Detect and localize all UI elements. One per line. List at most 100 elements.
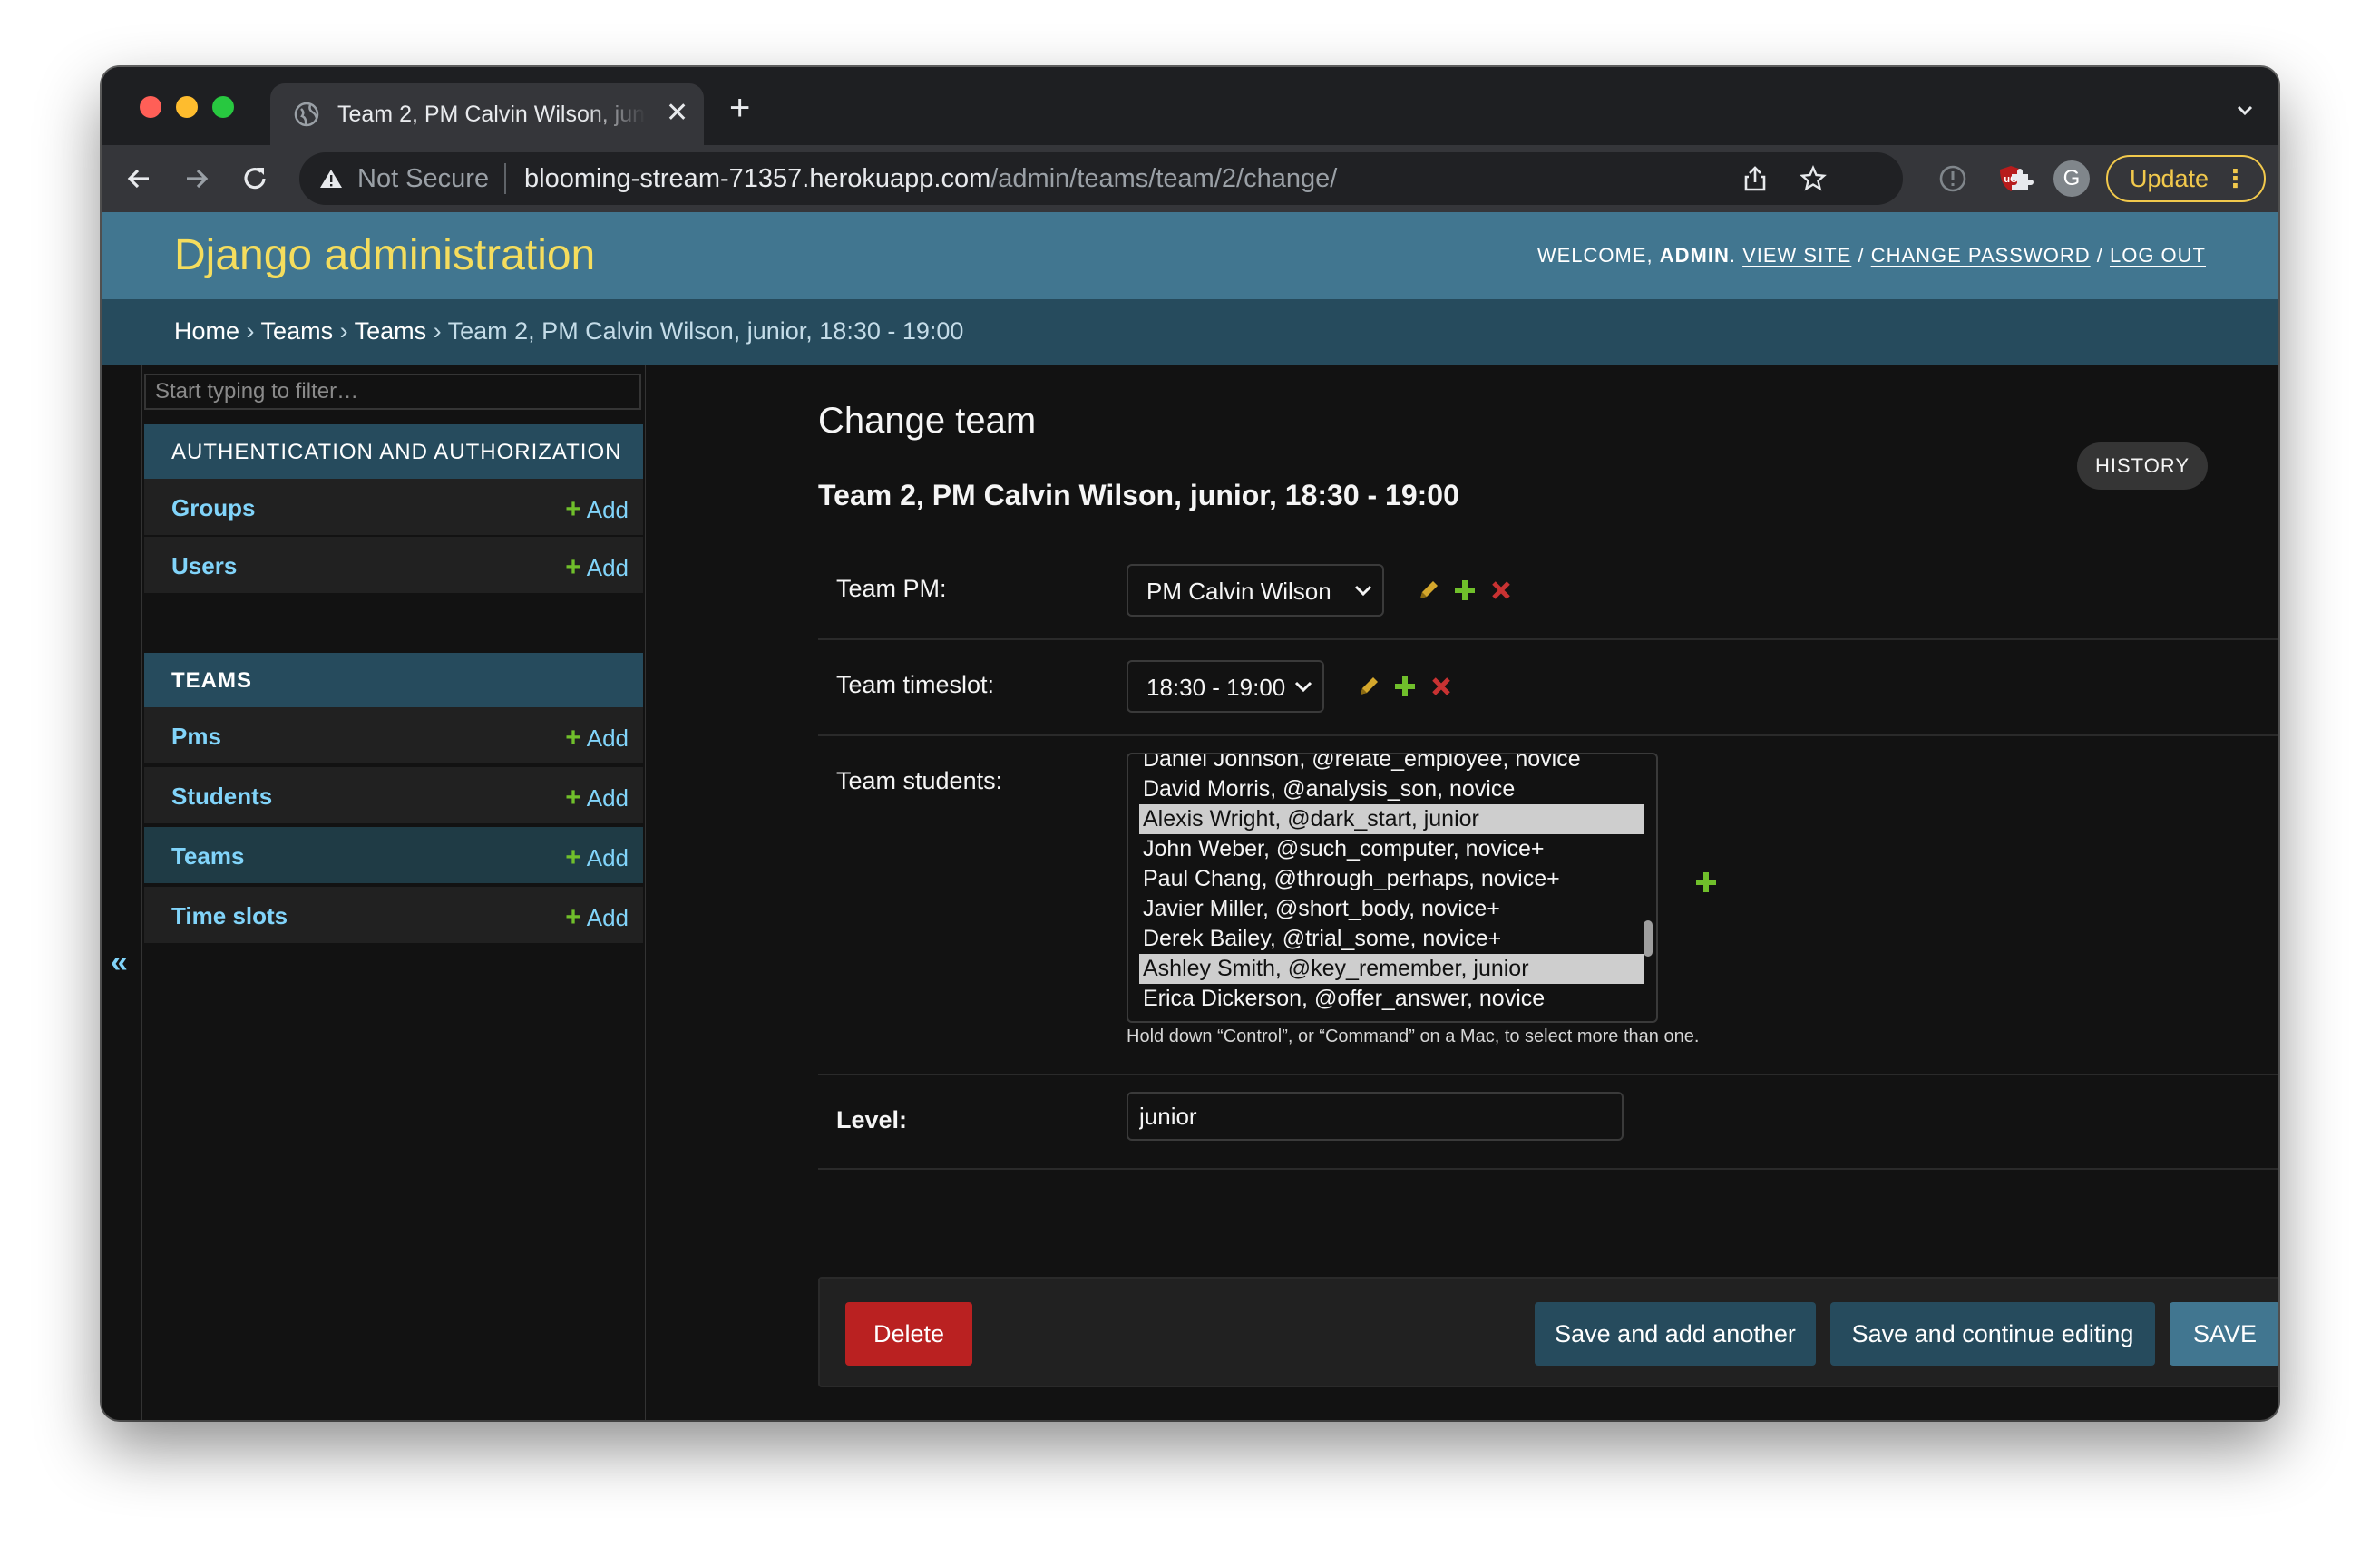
delete-related-icon[interactable] bbox=[1429, 675, 1453, 698]
reload-icon[interactable] bbox=[239, 163, 270, 194]
browser-window: Team 2, PM Calvin Wilson, junior, 18:30 … bbox=[102, 67, 2278, 1420]
close-window-button[interactable] bbox=[140, 96, 161, 118]
level-label: Level: bbox=[836, 1106, 908, 1133]
toggle-nav-sidebar-icon[interactable]: « bbox=[111, 945, 128, 980]
change-password-link[interactable]: CHANGE PASSWORD bbox=[1871, 244, 2091, 267]
breadcrumb-app[interactable]: Teams bbox=[261, 317, 334, 345]
tab-title: Team 2, PM Calvin Wilson, junior, 18:30 … bbox=[337, 102, 646, 127]
add-related-icon[interactable] bbox=[1453, 579, 1477, 602]
sidebar-item-label[interactable]: Teams bbox=[171, 842, 244, 870]
student-option[interactable]: Derek Bailey, @trial_some, novice+ bbox=[1139, 924, 1644, 954]
delete-button[interactable]: Delete bbox=[845, 1302, 972, 1366]
edit-pencil-icon[interactable] bbox=[1357, 675, 1380, 698]
minimize-window-button[interactable] bbox=[176, 96, 198, 118]
add-label: Add bbox=[586, 496, 629, 523]
breadcrumb-current: Team 2, PM Calvin Wilson, junior, 18:30 … bbox=[447, 317, 964, 345]
save-and-add-another-button[interactable]: Save and add another bbox=[1535, 1302, 1816, 1366]
add-pms-link[interactable]: + Add bbox=[565, 723, 629, 754]
team-students-multiselect[interactable]: Daniel Johnson, @relate_employee, novice… bbox=[1127, 753, 1658, 1023]
add-icon: + bbox=[565, 783, 581, 812]
add-related-icon[interactable] bbox=[1393, 675, 1417, 698]
user-tools-separator: / bbox=[2090, 244, 2110, 267]
sidebar-item-students: Students + Add bbox=[144, 767, 643, 825]
student-option[interactable]: Paul Chang, @through_perhaps, novice+ bbox=[1139, 864, 1644, 894]
warning-icon[interactable] bbox=[319, 168, 343, 190]
add-label: Add bbox=[586, 784, 629, 812]
module-caption-teams[interactable]: TEAMS bbox=[144, 653, 643, 707]
breadcrumb: Home › Teams › Teams › Team 2, PM Calvin… bbox=[102, 299, 2278, 365]
add-teams-link[interactable]: + Add bbox=[565, 842, 629, 873]
add-icon: + bbox=[565, 902, 581, 932]
student-option-selected[interactable]: Alexis Wright, @dark_start, junior bbox=[1139, 804, 1644, 834]
address-separator bbox=[504, 163, 506, 194]
forward-icon[interactable] bbox=[181, 163, 212, 194]
main-content: Change team HISTORY Team 2, PM Calvin Wi… bbox=[646, 365, 2278, 1420]
team-pm-select[interactable]: PM Calvin Wilson bbox=[1127, 564, 1384, 617]
student-option[interactable]: Daniel Johnson, @relate_employee, novice bbox=[1139, 754, 1644, 774]
delete-related-icon[interactable] bbox=[1489, 579, 1513, 602]
new-tab-button[interactable]: + bbox=[729, 90, 750, 126]
add-time-slots-link[interactable]: + Add bbox=[565, 902, 629, 933]
welcome-text: WELCOME, bbox=[1536, 244, 1660, 267]
site-branding[interactable]: Django administration bbox=[174, 230, 595, 280]
star-icon[interactable] bbox=[1800, 165, 1827, 192]
user-tools: WELCOME, ADMIN. VIEW SITE / CHANGE PASSW… bbox=[1537, 244, 2206, 267]
close-tab-icon[interactable]: ✕ bbox=[666, 100, 688, 127]
log-out-link[interactable]: LOG OUT bbox=[2110, 244, 2206, 267]
team-pm-value: PM Calvin Wilson bbox=[1146, 578, 1331, 605]
form-row-team-pm: Team PM: PM Calvin Wilson bbox=[818, 542, 2278, 640]
breadcrumb-home[interactable]: Home bbox=[174, 317, 239, 345]
view-site-link[interactable]: VIEW SITE bbox=[1742, 244, 1851, 267]
team-timeslot-select[interactable]: 18:30 - 19:00 bbox=[1127, 660, 1324, 713]
save-button[interactable]: SAVE bbox=[2170, 1302, 2278, 1366]
nav-filter-input[interactable] bbox=[144, 374, 641, 410]
url-path: /admin/teams/team/2/change/ bbox=[990, 164, 1338, 193]
student-option-selected[interactable]: Ashley Smith, @key_remember, junior bbox=[1139, 954, 1644, 984]
submit-row: Delete Save and add another Save and con… bbox=[818, 1277, 2278, 1387]
multiselect-scrollbar[interactable] bbox=[1644, 920, 1653, 957]
sidebar-item-pms: Pms + Add bbox=[144, 707, 643, 765]
zoom-window-button[interactable] bbox=[212, 96, 234, 118]
object-title: Team 2, PM Calvin Wilson, junior, 18:30 … bbox=[818, 479, 1459, 511]
module-caption-auth[interactable]: AUTHENTICATION AND AUTHORIZATION bbox=[144, 424, 643, 479]
add-groups-link[interactable]: + Add bbox=[565, 494, 629, 525]
save-and-continue-button[interactable]: Save and continue editing bbox=[1830, 1302, 2155, 1366]
sidebar-item-label[interactable]: Groups bbox=[171, 494, 255, 522]
address-bar[interactable]: Not Secure blooming-stream-71357.herokua… bbox=[299, 152, 1903, 205]
student-option[interactable]: David Morris, @analysis_son, novice bbox=[1139, 774, 1644, 804]
page-title: Change team bbox=[818, 401, 1037, 441]
form-row-level: Level: bbox=[818, 1074, 2278, 1170]
add-label: Add bbox=[586, 554, 629, 581]
sidebar-item-label[interactable]: Users bbox=[171, 552, 237, 580]
admin-header: Django administration WELCOME, ADMIN. VI… bbox=[102, 212, 2278, 299]
student-option[interactable]: Javier Miller, @short_body, novice+ bbox=[1139, 894, 1644, 924]
sidebar-item-label[interactable]: Students bbox=[171, 783, 272, 811]
sidebar-item-label[interactable]: Time slots bbox=[171, 902, 288, 930]
tab-search-icon[interactable] bbox=[2233, 98, 2257, 122]
add-label: Add bbox=[586, 904, 629, 931]
add-icon: + bbox=[565, 723, 581, 753]
url-text[interactable]: blooming-stream-71357.herokuapp.com/admi… bbox=[524, 164, 1337, 194]
info-icon[interactable] bbox=[1937, 163, 1968, 194]
breadcrumb-model[interactable]: Teams bbox=[355, 317, 427, 345]
security-label[interactable]: Not Secure bbox=[357, 164, 489, 194]
breadcrumb-separator: › bbox=[333, 317, 355, 345]
browser-tab[interactable]: Team 2, PM Calvin Wilson, junior, 18:30 … bbox=[270, 83, 704, 145]
add-students-link[interactable]: + Add bbox=[565, 783, 629, 813]
update-button[interactable]: Update ⋮ bbox=[2106, 155, 2266, 202]
help-text: Hold down “Control”, or “Command” on a M… bbox=[1127, 1026, 1700, 1046]
profile-avatar[interactable]: G bbox=[2053, 160, 2090, 197]
add-icon: + bbox=[565, 842, 581, 872]
back-icon[interactable] bbox=[123, 163, 154, 194]
add-users-link[interactable]: + Add bbox=[565, 552, 629, 583]
student-option[interactable]: Erica Dickerson, @offer_answer, novice bbox=[1139, 984, 1644, 1014]
edit-pencil-icon[interactable] bbox=[1417, 579, 1440, 602]
sidebar-item-label[interactable]: Pms bbox=[171, 723, 221, 751]
share-icon[interactable] bbox=[1741, 165, 1769, 192]
add-related-icon[interactable] bbox=[1694, 870, 1718, 894]
team-timeslot-label: Team timeslot: bbox=[836, 671, 995, 698]
history-button[interactable]: HISTORY bbox=[2077, 442, 2208, 490]
student-option[interactable]: John Weber, @such_computer, novice+ bbox=[1139, 834, 1644, 864]
extensions-icon[interactable] bbox=[2006, 163, 2037, 194]
level-input[interactable] bbox=[1127, 1092, 1624, 1141]
